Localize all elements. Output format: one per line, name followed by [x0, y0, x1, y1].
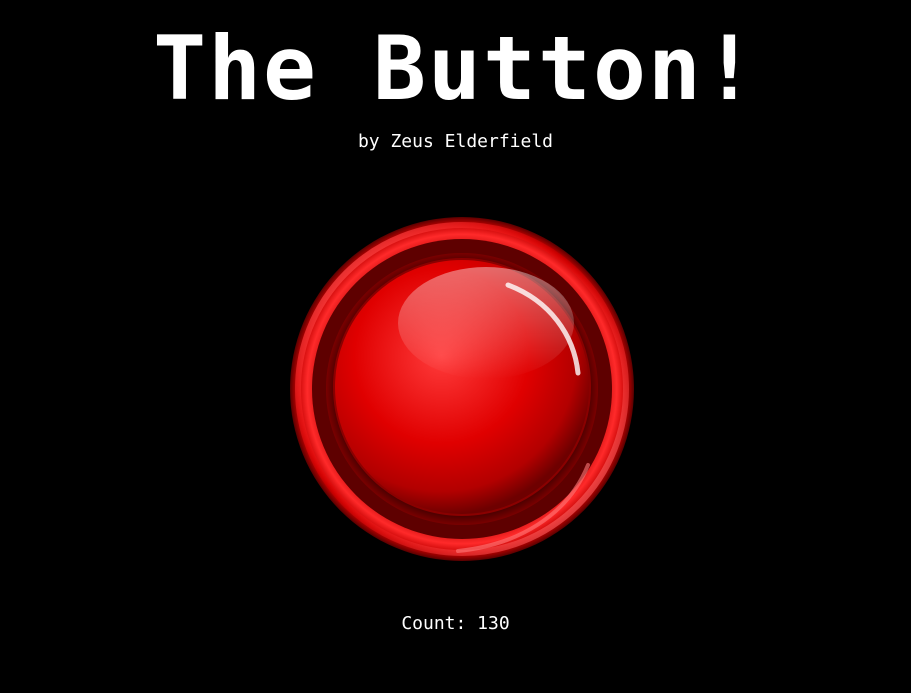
author-byline: by Zeus Elderfield — [357, 131, 554, 152]
page-title: The Button! — [153, 17, 758, 120]
click-counter: Count: 130 — [401, 613, 510, 634]
big-red-button[interactable] — [288, 215, 636, 563]
red-push-button-icon — [290, 217, 634, 561]
